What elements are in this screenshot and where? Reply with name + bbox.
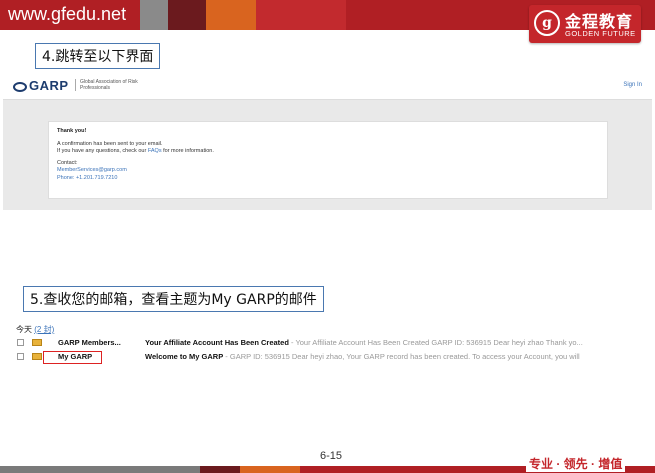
contact-label: Contact: [57, 159, 78, 166]
garp-logo[interactable]: GARP [13, 78, 69, 93]
mail-preview: - Your Affiliate Account Has Been Create… [288, 338, 583, 347]
step5-caption: 5.查收您的邮箱，查看主题为My GARP的邮件 [23, 286, 324, 312]
mail-checkbox[interactable] [17, 353, 24, 360]
footer-slogan: 专业 · 领先 · 增值 [526, 455, 626, 472]
card-title: Thank you! [57, 128, 87, 134]
garp-confirmation-screenshot: GARP Global Association of Risk Professi… [3, 72, 652, 210]
slide: www.gfedu.net g 金程教育 GOLDEN FUTURE 4.跳转至… [0, 0, 655, 473]
garp-ring-icon [13, 81, 27, 92]
card-line2: If you have any questions, check our FAQ… [57, 148, 214, 154]
sign-in-link[interactable]: Sign In [623, 82, 642, 88]
faqs-link[interactable]: FAQs [148, 148, 162, 154]
step4-caption: 4.跳转至以下界面 [35, 43, 161, 69]
mail-sender: GARP Members... [58, 338, 121, 347]
mail-preview: - GARP ID: 536915 Dear heyi zhao, Your G… [223, 352, 580, 361]
inbox-group-header: 今天 (2 封) [16, 325, 55, 334]
mail-row[interactable]: GARP Members... Your Affiliate Account H… [10, 336, 640, 349]
highlight-box [43, 351, 102, 364]
card-line1: A confirmation has been sent to your ema… [57, 140, 163, 147]
mail-subject: Welcome to My GARP - GARP ID: 536915 Dea… [145, 352, 580, 361]
contact-phone[interactable]: Phone: +1.201.719.7210 [57, 175, 599, 183]
thank-you-card: Thank you! A confirmation has been sent … [48, 121, 608, 199]
site-url: www.gfedu.net [8, 4, 127, 24]
mail-checkbox[interactable] [17, 339, 24, 346]
contact-email-link[interactable]: MemberServices@garp.com [57, 167, 599, 175]
mail-row[interactable]: My GARP Welcome to My GARP - GARP ID: 53… [10, 350, 640, 363]
garp-logo-subtitle: Global Association of Risk Professionals [75, 79, 145, 91]
mail-subject: Your Affiliate Account Has Been Created … [145, 338, 583, 347]
page-number: 6-15 [320, 450, 343, 462]
envelope-icon [32, 339, 42, 346]
brand-logo: g 金程教育 GOLDEN FUTURE [529, 5, 641, 43]
garp-logo-text: GARP [29, 78, 69, 93]
inbox-screenshot: 今天 (2 封) GARP Members... Your Affiliate … [10, 322, 640, 442]
brand-name-en: GOLDEN FUTURE [565, 29, 636, 38]
group-count-link[interactable]: (2 封) [34, 325, 54, 334]
envelope-icon [32, 353, 42, 360]
brand-mark-icon: g [534, 10, 560, 36]
garp-header: GARP Global Association of Risk Professi… [3, 72, 652, 100]
